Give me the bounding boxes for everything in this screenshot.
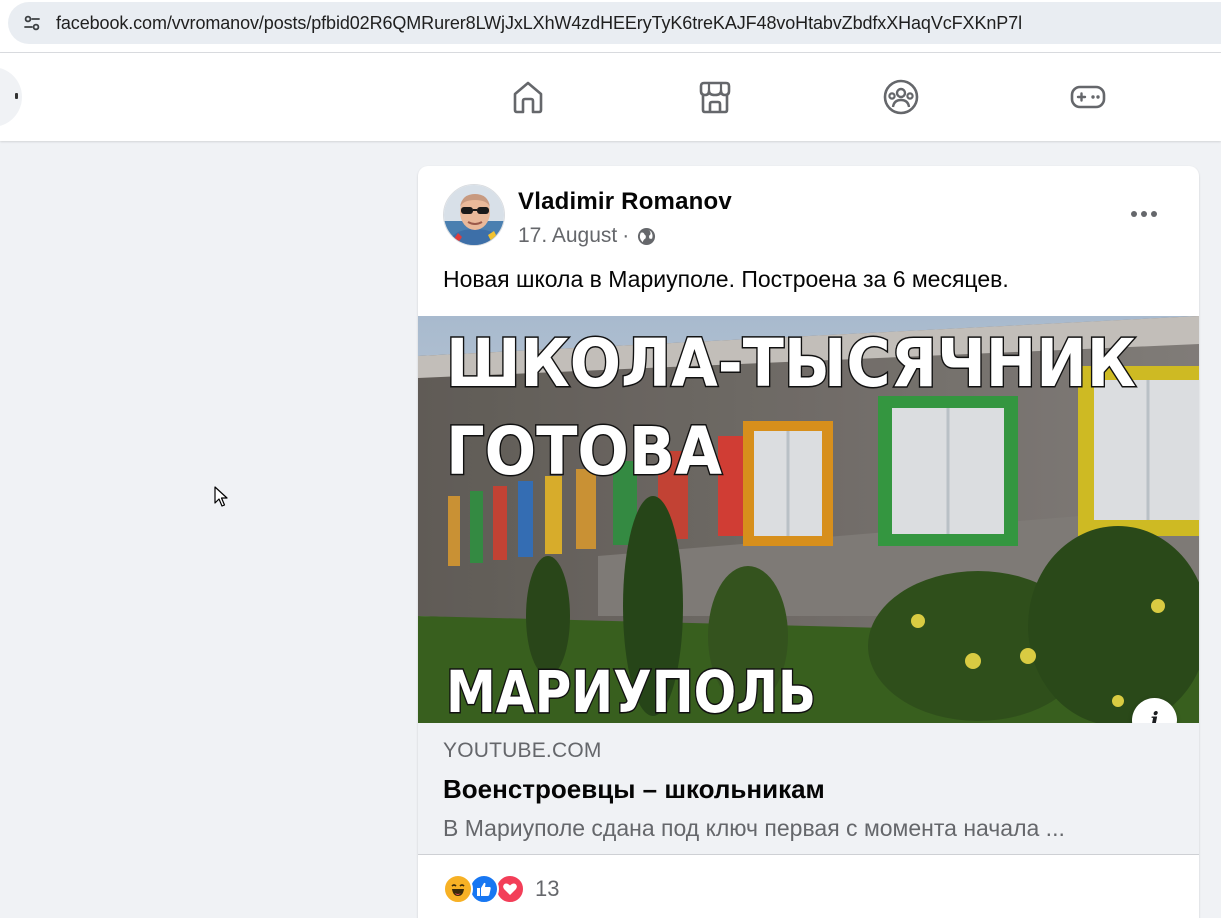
- haha-reaction-icon: [443, 874, 473, 904]
- like-reaction-icon: [469, 874, 499, 904]
- gaming-icon: [1070, 85, 1106, 109]
- link-domain: YOUTUBE.COM: [443, 739, 602, 762]
- post-date[interactable]: 17. August: [518, 224, 617, 248]
- post-text: Новая школа в Мариуполе. Построена за 6 …: [443, 266, 1009, 292]
- post-options-button[interactable]: [1120, 196, 1168, 232]
- love-reaction-icon: [495, 874, 525, 904]
- thumbnail-title-line2: ГОТОВА: [446, 413, 722, 490]
- post-card: Vladimir Romanov 17. August · Новая школ…: [418, 166, 1199, 918]
- reactions-summary[interactable]: 13: [443, 871, 559, 907]
- tune-icon[interactable]: [20, 11, 44, 35]
- post-meta: 17. August ·: [518, 224, 656, 248]
- link-description: В Мариуполе сдана под ключ первая с моме…: [443, 815, 1065, 841]
- search-icon: [15, 93, 18, 99]
- link-title[interactable]: Военстроевцы – школьникам: [443, 774, 825, 805]
- nav-tab-marketplace[interactable]: [691, 73, 739, 121]
- url-text[interactable]: facebook.com/vvromanov/posts/pfbid02R6QM…: [56, 13, 1022, 34]
- groups-icon: [883, 79, 919, 115]
- search-button[interactable]: [0, 67, 22, 127]
- more-dot-icon: [1131, 211, 1137, 217]
- more-dot-icon: [1141, 211, 1147, 217]
- post-author[interactable]: Vladimir Romanov: [518, 188, 732, 216]
- nav-tab-gaming[interactable]: [1064, 73, 1112, 121]
- globe-icon[interactable]: [637, 227, 656, 246]
- marketplace-icon: [699, 81, 731, 114]
- author-avatar[interactable]: [443, 184, 505, 246]
- link-preview-meta[interactable]: YOUTUBE.COM Военстроевцы – школьникам В …: [418, 723, 1199, 855]
- mouse-cursor-icon: [214, 486, 228, 507]
- meta-separator: ·: [622, 224, 630, 247]
- facebook-header: [0, 53, 1221, 141]
- thumbnail-title-line1: ШКОЛА-ТЫСЯЧНИК: [446, 325, 1136, 402]
- link-preview-image[interactable]: ШКОЛА-ТЫСЯЧНИК ГОТОВА МАРИУПОЛЬ: [418, 316, 1199, 723]
- url-field[interactable]: facebook.com/vvromanov/posts/pfbid02R6QM…: [8, 2, 1221, 44]
- nav-tab-home[interactable]: [504, 73, 552, 121]
- thumbnail-title-line3: МАРИУПОЛЬ: [446, 658, 816, 723]
- more-dot-icon: [1151, 211, 1157, 217]
- nav-tab-groups[interactable]: [877, 73, 925, 121]
- home-icon: [513, 81, 543, 114]
- reaction-count[interactable]: 13: [535, 876, 559, 902]
- browser-address-bar: facebook.com/vvromanov/posts/pfbid02R6QM…: [0, 0, 1221, 52]
